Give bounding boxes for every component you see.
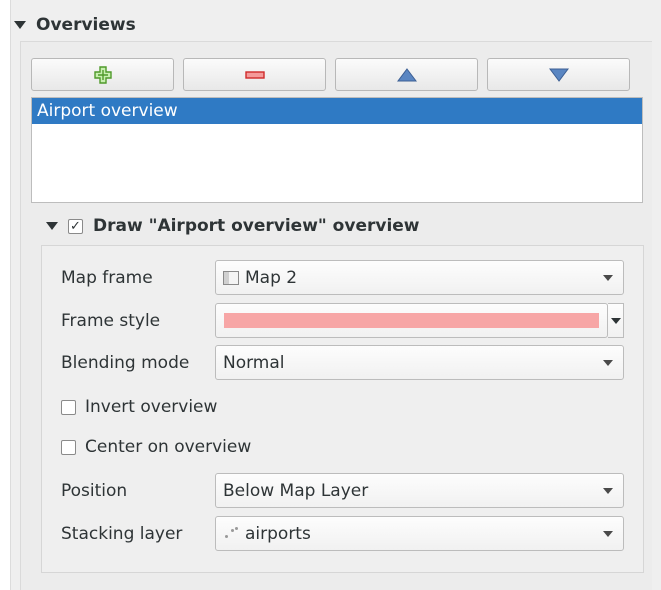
draw-overview-header[interactable]: ✓ Draw "Airport overview" overview [46, 213, 420, 239]
stacking-layer-combo[interactable]: airports [215, 516, 624, 551]
center-on-overview-row[interactable]: Center on overview [61, 437, 251, 457]
list-item-selected[interactable]: Airport overview [32, 98, 642, 124]
invert-overview-label: Invert overview [85, 397, 218, 417]
draw-overview-checkbox[interactable]: ✓ [68, 218, 83, 234]
remove-overview-button[interactable] [183, 58, 326, 91]
move-up-button[interactable] [335, 58, 478, 91]
overviews-section-header[interactable]: Overviews [14, 12, 136, 38]
triangle-up-icon [396, 67, 417, 81]
move-down-button[interactable] [487, 58, 630, 91]
frame-style-label: Frame style [61, 311, 161, 331]
chevron-down-icon [603, 488, 613, 494]
plus-green-icon [93, 65, 112, 84]
blending-mode-value: Normal [223, 352, 285, 373]
center-on-overview-label: Center on overview [85, 437, 252, 457]
stacking-layer-value: airports [245, 523, 311, 544]
collapse-arrow-icon[interactable] [46, 222, 58, 230]
map-frame-combo[interactable]: Map 2 [215, 260, 624, 295]
chevron-down-icon [603, 360, 613, 366]
map-frame-value: Map 2 [245, 267, 298, 288]
frame-style-button[interactable] [215, 303, 608, 338]
collapse-arrow-icon[interactable] [14, 21, 26, 29]
invert-overview-checkbox[interactable] [61, 399, 76, 415]
position-combo[interactable]: Below Map Layer [215, 473, 624, 508]
chevron-down-icon [611, 318, 621, 324]
add-overview-button[interactable] [31, 58, 174, 91]
blending-mode-combo[interactable]: Normal [215, 345, 624, 380]
map-frame-label: Map frame [61, 268, 153, 288]
minus-red-icon [244, 70, 265, 79]
blending-mode-label: Blending mode [61, 353, 190, 373]
map-icon [223, 270, 239, 285]
overview-toolbar [31, 58, 630, 91]
chevron-down-icon [603, 275, 613, 281]
frame-style-swatch [224, 313, 599, 328]
point-layer-icon [223, 526, 239, 542]
triangle-down-icon [548, 68, 569, 82]
stacking-layer-label: Stacking layer [61, 524, 183, 544]
section-title: Overviews [36, 15, 136, 35]
position-value: Below Map Layer [223, 480, 369, 501]
frame-style-dropdown[interactable] [608, 303, 624, 338]
center-on-overview-checkbox[interactable] [61, 439, 76, 455]
invert-overview-row[interactable]: Invert overview [61, 397, 217, 417]
overview-list[interactable]: Airport overview [31, 97, 643, 203]
chevron-down-icon [603, 531, 613, 537]
position-label: Position [61, 481, 128, 501]
draw-overview-label: Draw "Airport overview" overview [93, 216, 420, 236]
